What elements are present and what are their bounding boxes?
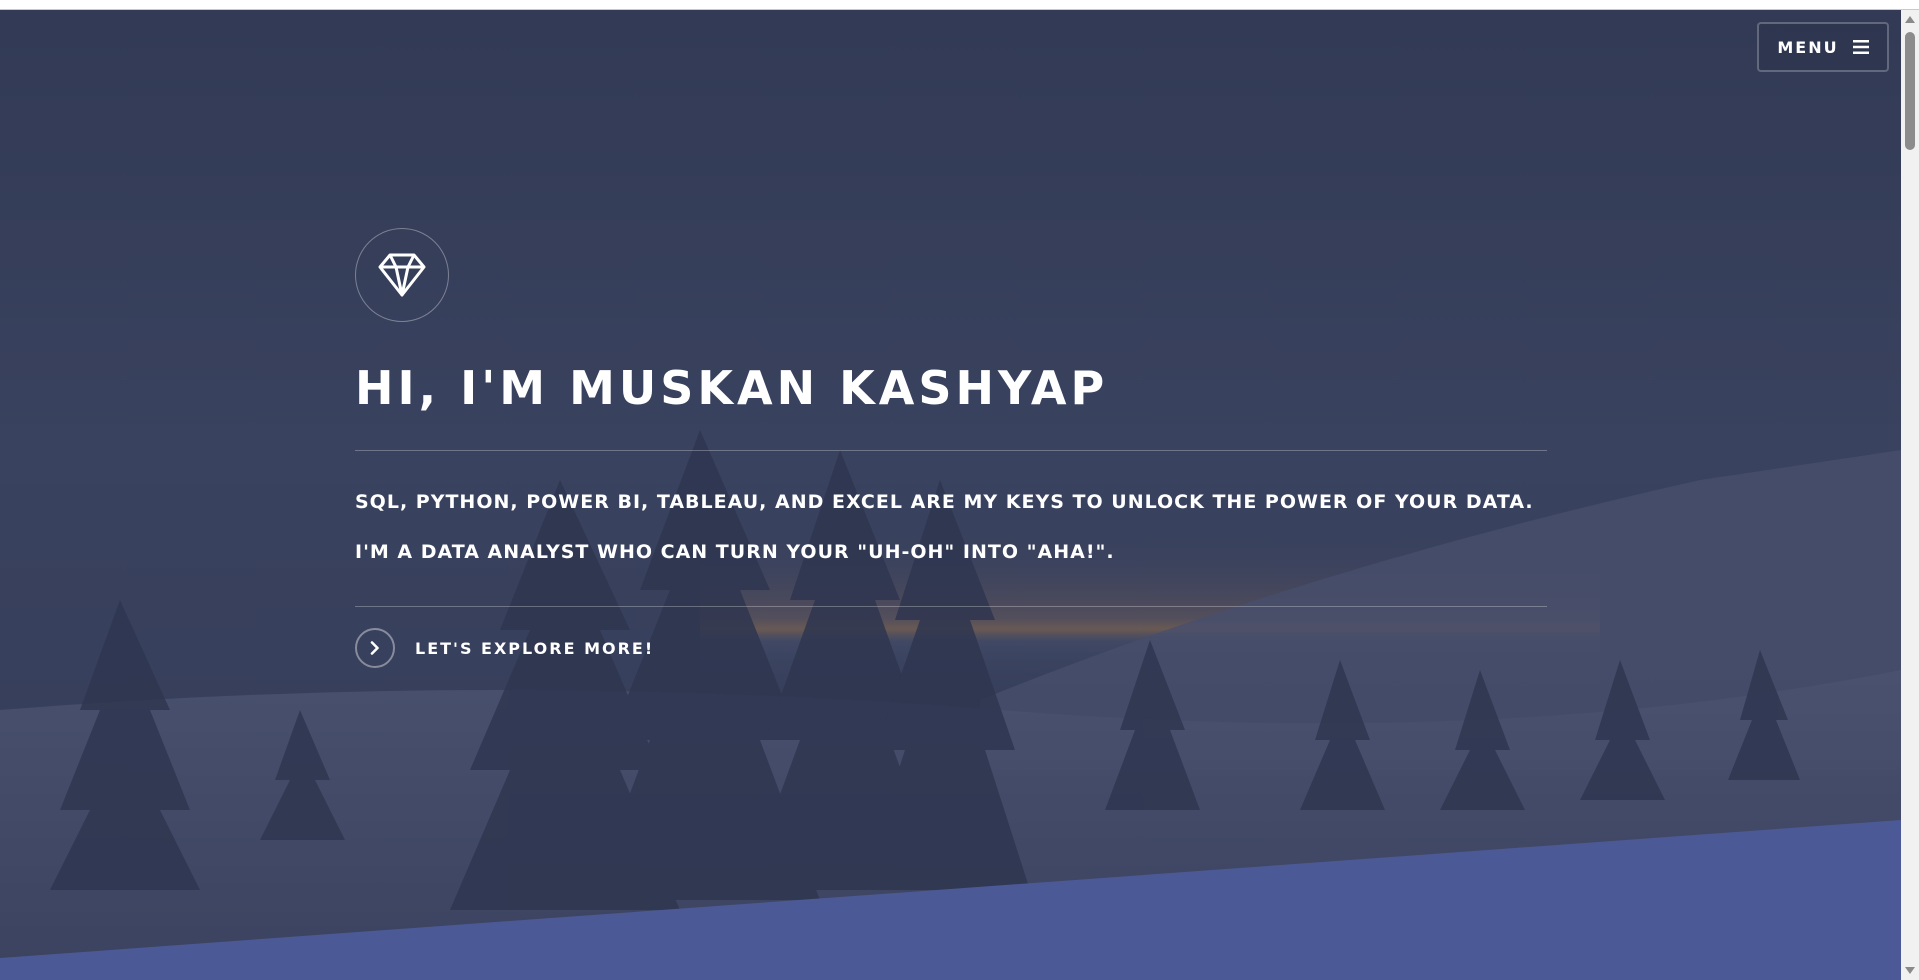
vertical-scrollbar[interactable] bbox=[1901, 10, 1919, 980]
cta-label[interactable]: LET'S EXPLORE MORE! bbox=[415, 639, 654, 658]
chevron-right-icon bbox=[370, 641, 379, 655]
tagline-skills: SQL, PYTHON, POWER BI, TABLEAU, AND EXCE… bbox=[355, 491, 1534, 513]
page-viewport: MENU HI, I'M MUSKAN KASHYAP SQL, PYTHON,… bbox=[0, 10, 1901, 980]
scrollbar-thumb[interactable] bbox=[1905, 32, 1915, 150]
hamburger-icon bbox=[1852, 40, 1869, 54]
menu-label: MENU bbox=[1777, 37, 1839, 57]
page-title: HI, I'M MUSKAN KASHYAP bbox=[355, 361, 1109, 415]
hero-content: HI, I'M MUSKAN KASHYAP SQL, PYTHON, POWE… bbox=[355, 228, 1547, 668]
diamond-icon bbox=[378, 253, 426, 297]
cta-icon-circle[interactable] bbox=[355, 628, 395, 668]
explore-more-link[interactable]: LET'S EXPLORE MORE! bbox=[355, 628, 1547, 668]
logo-badge bbox=[355, 228, 449, 322]
scroll-down-arrow-icon[interactable] bbox=[1905, 967, 1915, 974]
divider bbox=[355, 450, 1547, 451]
menu-button[interactable]: MENU bbox=[1757, 22, 1889, 72]
tagline-role: I'M A DATA ANALYST WHO CAN TURN YOUR "UH… bbox=[355, 541, 1115, 563]
browser-top-strip bbox=[0, 0, 1919, 10]
divider bbox=[355, 606, 1547, 607]
scroll-up-arrow-icon[interactable] bbox=[1905, 16, 1915, 23]
